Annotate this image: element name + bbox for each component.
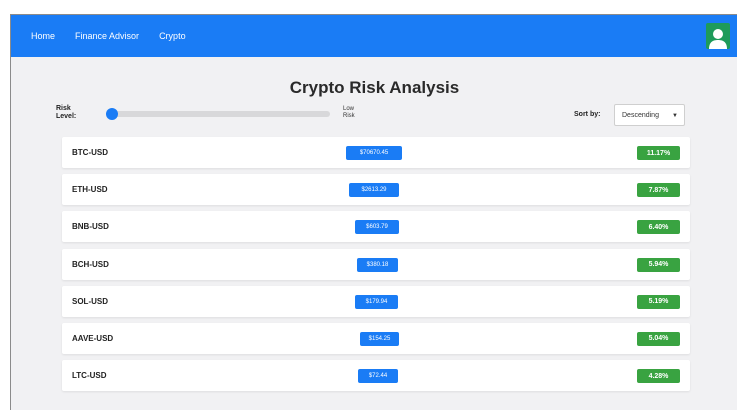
risk-label-line2: Level: [56, 113, 77, 120]
user-avatar-icon[interactable] [706, 23, 730, 49]
crypto-symbol: SOL-USD [72, 296, 108, 306]
chevron-down-icon: ▼ [672, 113, 678, 119]
table-row[interactable]: SOL-USD $179.94 5.19% [62, 285, 690, 317]
slider-thumb[interactable] [106, 108, 118, 120]
top-navbar: Home Finance Advisor Crypto [11, 15, 737, 57]
table-row[interactable]: AAVE-USD $154.25 5.04% [62, 322, 690, 354]
table-row[interactable]: ETH-USD $2613.29 7.87% [62, 174, 690, 206]
change-percent-badge: 5.04% [637, 331, 680, 346]
crypto-symbol: LTC-USD [72, 371, 107, 381]
table-row[interactable]: BTC-USD $70670.45 11.17% [62, 137, 690, 168]
change-percent-badge: 11.17% [637, 146, 680, 160]
risk-level-label: Risk Level: [56, 105, 76, 121]
change-percent-badge: 4.28% [637, 369, 680, 384]
risk-label-line1: Risk [56, 105, 71, 112]
table-row[interactable]: LTC-USD $72.44 4.28% [62, 360, 690, 392]
risk-value-text: Low Risk [343, 106, 355, 120]
crypto-symbol: ETH-USD [72, 185, 108, 195]
crypto-symbol: AAVE-USD [72, 333, 114, 343]
change-percent-badge: 7.87% [637, 183, 680, 198]
risk-value-line2: Risk [343, 113, 355, 119]
price-badge: $2613.29 [349, 183, 399, 198]
nav-home-link[interactable]: Home [31, 31, 55, 41]
crypto-symbol: BNB-USD [72, 222, 109, 232]
table-row[interactable]: BNB-USD $603.79 6.40% [62, 211, 690, 243]
risk-level-slider[interactable] [106, 108, 330, 120]
change-percent-badge: 5.19% [637, 294, 680, 309]
nav-crypto-link[interactable]: Crypto [159, 31, 186, 41]
price-badge: $154.25 [360, 331, 399, 346]
price-badge: $70670.45 [346, 146, 402, 160]
app-window: Home Finance Advisor Crypto Crypto Risk … [10, 14, 737, 410]
change-percent-badge: 6.40% [637, 220, 680, 235]
price-badge: $72.44 [358, 369, 398, 384]
sort-by-label: Sort by: [574, 111, 601, 118]
sort-order-select[interactable]: Descending ▼ [614, 104, 685, 126]
table-row[interactable]: BCH-USD $380.18 5.94% [62, 248, 690, 280]
crypto-symbol: BCH-USD [72, 259, 109, 269]
price-badge: $380.18 [357, 257, 398, 272]
change-percent-badge: 5.94% [637, 257, 680, 272]
risk-value-line1: Low [343, 106, 355, 112]
price-badge: $179.94 [355, 294, 398, 309]
crypto-list: BTC-USD $70670.45 11.17% ETH-USD $2613.29 7.8… [62, 137, 690, 397]
crypto-symbol: BTC-USD [72, 148, 108, 157]
sort-order-value: Descending [622, 111, 659, 119]
price-badge: $603.79 [355, 220, 399, 235]
page-title: Crypto Risk Analysis [289, 78, 460, 97]
nav-finance-advisor-link[interactable]: Finance Advisor [75, 31, 139, 41]
